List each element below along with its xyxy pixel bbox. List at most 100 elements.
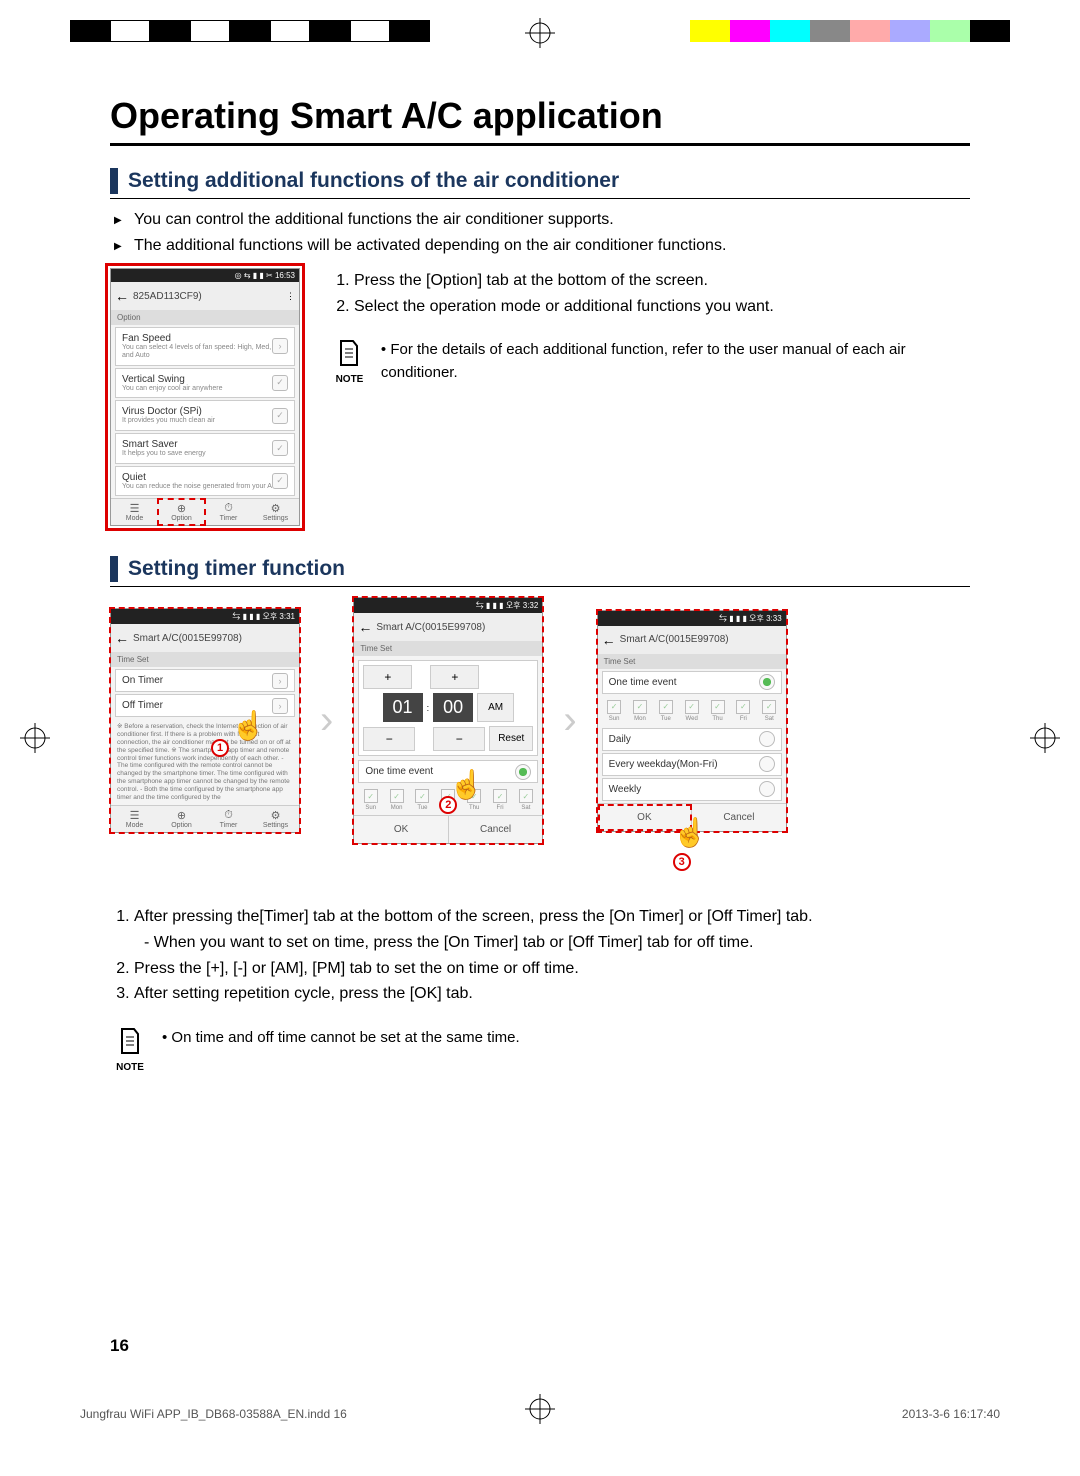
- section1-head: Setting additional functions of the air …: [110, 168, 970, 199]
- day-cell[interactable]: ✓Sun: [358, 789, 383, 811]
- tab-timer[interactable]: ⏱Timer: [205, 499, 252, 525]
- note-icon: [118, 1027, 142, 1055]
- back-icon[interactable]: ←: [602, 632, 616, 648]
- option-row[interactable]: Vertical SwingYou can enjoy cool air any…: [115, 368, 295, 399]
- page-number: 16: [110, 1336, 129, 1356]
- note-label: NOTE: [110, 1062, 150, 1073]
- chevron-right-icon: ›: [563, 698, 576, 743]
- back-icon[interactable]: ←: [115, 630, 129, 646]
- section1-heading: Setting additional functions of the air …: [128, 169, 619, 193]
- note-label: NOTE: [330, 374, 369, 385]
- option-row[interactable]: Fan SpeedYou can select 4 levels of fan …: [115, 327, 295, 365]
- back-icon[interactable]: ←: [358, 619, 372, 635]
- tab-mode[interactable]: ☰Mode: [111, 499, 158, 525]
- tab-option[interactable]: ⊕Option: [158, 806, 205, 832]
- tab-option[interactable]: ⊕Option: [158, 499, 205, 525]
- repeat-weekly[interactable]: Weekly: [602, 778, 782, 801]
- day-cell[interactable]: ✓Thu: [462, 789, 487, 811]
- phone-timer-list: ⇆ ▮ ▮ ▮ 오후 3:31 ←Smart A/C(0015E99708) T…: [110, 608, 300, 833]
- status-bar: ⇆ ▮ ▮ ▮ 오후 3:31: [111, 609, 299, 624]
- day-cell[interactable]: ✓Thu: [705, 700, 730, 722]
- ok-button[interactable]: OK: [354, 816, 449, 843]
- radio-icon: [759, 781, 775, 797]
- phone-repeat-picker: ⇆ ▮ ▮ ▮ 오후 3:33 ←Smart A/C(0015E99708) T…: [597, 610, 787, 832]
- footer-timestamp: 2013-3-6 16:17:40: [902, 1407, 1000, 1421]
- off-timer-row[interactable]: Off Timer›: [115, 694, 295, 717]
- day-cell[interactable]: ✓Fri: [488, 789, 513, 811]
- check-icon: ✓: [272, 408, 288, 424]
- option-row[interactable]: Smart SaverIt helps you to save energy✓: [115, 433, 295, 464]
- page-content: Operating Smart A/C application Setting …: [110, 95, 970, 1356]
- day-cell[interactable]: ✓Fri: [731, 700, 756, 722]
- repeat-weekday[interactable]: Every weekday(Mon-Fri): [602, 753, 782, 776]
- radio-on-icon: [759, 674, 775, 690]
- chevron-icon: ›: [272, 698, 288, 714]
- step: Select the operation mode or additional …: [354, 294, 970, 320]
- bullet: You can control the additional functions…: [114, 207, 970, 233]
- option-row[interactable]: QuietYou can reduce the noise generated …: [115, 466, 295, 497]
- note-icon: [337, 339, 361, 367]
- note-block: NOTE For the details of each additional …: [330, 339, 970, 385]
- tab-timer[interactable]: ⏱Timer: [205, 806, 252, 832]
- chevron-icon: ›: [272, 338, 288, 354]
- day-cell[interactable]: ✓Mon: [384, 789, 409, 811]
- ok-button[interactable]: OK: [598, 804, 693, 831]
- min-minus[interactable]: −: [433, 727, 485, 751]
- crosshair-right: [1030, 723, 1060, 753]
- check-icon: ✓: [272, 375, 288, 391]
- section1-bullets: You can control the additional functions…: [110, 207, 970, 258]
- option-row[interactable]: Virus Doctor (SPi)It provides you much c…: [115, 400, 295, 431]
- ampm-toggle[interactable]: AM: [477, 693, 514, 722]
- tab-settings[interactable]: ⚙Settings: [252, 806, 299, 832]
- hour-minus[interactable]: −: [363, 727, 415, 751]
- day-cell[interactable]: ✓Sat: [513, 789, 538, 811]
- chevron-icon: ›: [272, 673, 288, 689]
- day-cell[interactable]: ✓Wed: [679, 700, 704, 722]
- day-cell[interactable]: ✓Sat: [757, 700, 782, 722]
- day-cell[interactable]: ✓Tue: [410, 789, 435, 811]
- day-cell[interactable]: ✓Sun: [602, 700, 627, 722]
- step: After setting repetition cycle, press th…: [134, 981, 970, 1007]
- on-timer-row[interactable]: On Timer›: [115, 669, 295, 692]
- tab-settings[interactable]: ⚙Settings: [252, 499, 299, 525]
- note-block-2: NOTE On time and off time cannot be set …: [110, 1027, 970, 1073]
- back-icon[interactable]: ←: [115, 288, 129, 304]
- bottom-nav: ☰Mode ⊕Option ⏱Timer ⚙Settings: [111, 498, 299, 525]
- crosshair-left: [20, 723, 50, 753]
- crosshair-top: [525, 18, 555, 48]
- section1-steps: Press the [Option] tab at the bottom of …: [330, 268, 970, 319]
- day-cell[interactable]: ✓Tue: [653, 700, 678, 722]
- footer-filename: Jungfrau WiFi APP_IB_DB68-03588A_EN.indd…: [80, 1407, 347, 1421]
- check-icon: ✓: [272, 473, 288, 489]
- hour-value: 01: [383, 693, 423, 722]
- status-bar: ◎ ⇆ ▮ ▮ ✂ 16:53: [111, 269, 299, 282]
- callout-3: 3: [673, 853, 691, 871]
- radio-on-icon: [515, 764, 531, 780]
- app-bar: ← 825AD113CF9) ⋮: [111, 282, 299, 310]
- cancel-button[interactable]: Cancel: [449, 816, 543, 843]
- section2-head: Setting timer function: [110, 556, 970, 587]
- bullet: The additional functions will be activat…: [114, 233, 970, 259]
- cancel-button[interactable]: Cancel: [692, 804, 786, 831]
- day-cell[interactable]: ✓Mon: [628, 700, 653, 722]
- step: Press the [Option] tab at the bottom of …: [354, 268, 970, 294]
- reset-button[interactable]: Reset: [489, 726, 533, 751]
- step: Press the [+], [-] or [AM], [PM] tab to …: [134, 956, 970, 982]
- hour-plus[interactable]: +: [363, 665, 412, 689]
- phone-time-picker: ⇆ ▮ ▮ ▮ 오후 3:32 ←Smart A/C(0015E99708) T…: [353, 597, 543, 844]
- device-title: 825AD113CF9): [133, 291, 202, 302]
- screen-label: Option: [111, 310, 299, 325]
- one-time-event[interactable]: One time event: [358, 760, 538, 783]
- radio-icon: [759, 756, 775, 772]
- section2-heading: Setting timer function: [128, 557, 345, 581]
- check-icon: ✓: [272, 440, 288, 456]
- min-plus[interactable]: +: [430, 665, 479, 689]
- page-title: Operating Smart A/C application: [110, 95, 970, 146]
- repeat-daily[interactable]: Daily: [602, 728, 782, 751]
- tab-mode[interactable]: ☰Mode: [111, 806, 158, 832]
- menu-icon[interactable]: ⋮: [286, 291, 295, 302]
- repeat-one-time[interactable]: One time event: [602, 671, 782, 694]
- note-text: For the details of each additional funct…: [381, 339, 970, 384]
- section2-steps: After pressing the[Timer] tab at the bot…: [110, 904, 970, 1006]
- step: After pressing the[Timer] tab at the bot…: [134, 904, 970, 955]
